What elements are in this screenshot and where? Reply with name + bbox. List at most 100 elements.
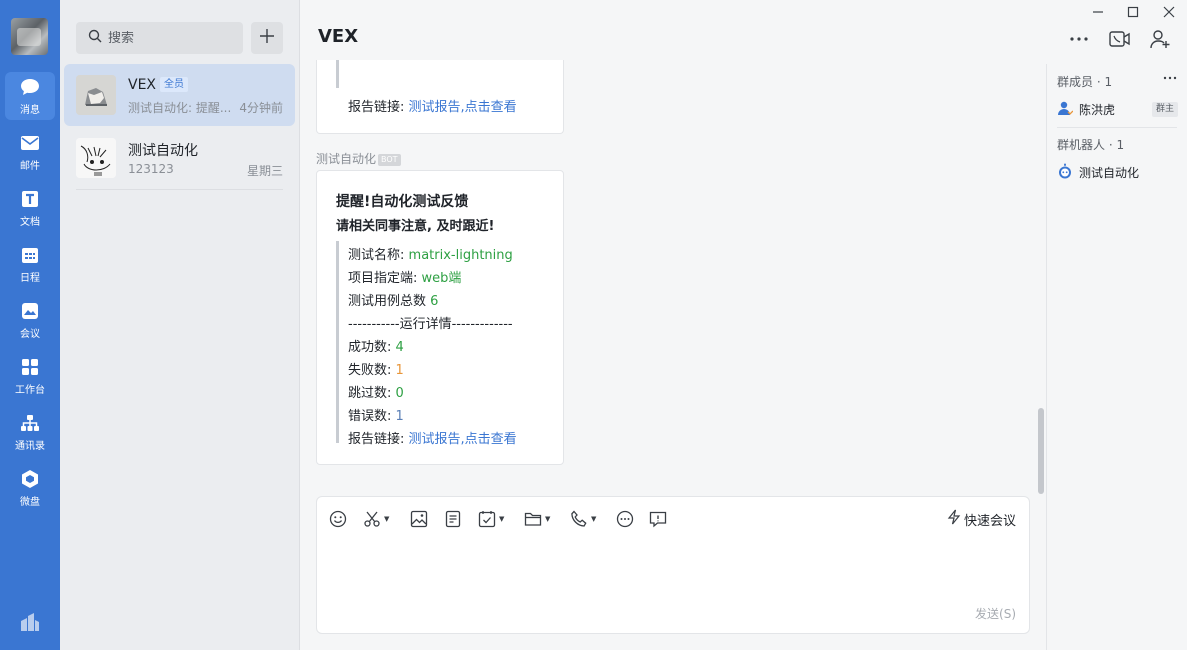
divider <box>1057 127 1177 128</box>
bot-avatar <box>76 138 116 178</box>
calendar-icon <box>19 244 41 266</box>
conversation-name: 测试自动化 <box>128 143 198 159</box>
add-member-icon[interactable] <box>1149 28 1171 50</box>
user-avatar[interactable] <box>11 18 48 55</box>
divider <box>76 189 283 190</box>
conversation-list-panel: VEX全员 测试自动化: 提醒... 4分钟前 测试自动化 123123 星期三 <box>60 0 300 650</box>
workbench-icon <box>19 356 41 378</box>
nav-item-workbench[interactable]: 工作台 <box>5 352 55 400</box>
nav-item-meeting[interactable]: 会议 <box>5 296 55 344</box>
error-line: 错误数: 1 <box>348 409 404 424</box>
conversation-preview: 测试自动化: 提醒... <box>128 101 232 115</box>
video-call-icon[interactable] <box>1109 28 1131 50</box>
plus-icon <box>259 28 275 48</box>
conversation-item[interactable]: VEX 全员 测试自动化: 提醒... 4分钟前 <box>64 64 295 126</box>
member-item[interactable]: 陈洪虎 群主 <box>1057 100 1178 119</box>
quote-bar <box>336 241 339 443</box>
phone-icon[interactable]: ▼ <box>570 508 596 530</box>
search-input[interactable] <box>108 30 228 46</box>
nav-label: 工作台 <box>15 385 45 396</box>
message-input[interactable] <box>329 539 1019 597</box>
members-more-icon[interactable] <box>1163 70 1177 85</box>
test-name-line: 测试名称: matrix-lightning <box>348 248 513 263</box>
skip-line: 跳过数: 0 <box>348 386 404 401</box>
nav-item-messages[interactable]: 消息 <box>5 72 55 120</box>
alert-subheading: 请相关同事注意, 及时跟近! <box>336 219 495 234</box>
group-info-panel: 群成员 · 1 陈洪虎 群主 群机器人 · 1 测试自动化 <box>1046 64 1187 650</box>
nav-label: 消息 <box>20 105 40 116</box>
document-icon <box>19 188 41 210</box>
send-button[interactable]: 发送(S) <box>975 605 1016 622</box>
nav-label: 日程 <box>20 273 40 284</box>
nav-item-docs[interactable]: 文档 <box>5 184 55 232</box>
report-link[interactable]: 测试报告,点击查看 <box>409 432 517 447</box>
message-card: 提醒!自动化测试反馈 请相关同事注意, 及时跟近! 测试名称: matrix-l… <box>316 170 564 465</box>
conversation-time: 星期三 <box>246 164 283 178</box>
report-link-line: 报告链接: 测试报告,点击查看 <box>348 432 517 447</box>
separator-line: -----------运行详情------------- <box>348 317 513 332</box>
add-button[interactable] <box>251 22 283 54</box>
conversation-item[interactable]: 测试自动化 123123 星期三 <box>64 127 295 190</box>
quote-bar <box>336 60 339 88</box>
more-apps-icon[interactable] <box>19 612 41 632</box>
image-icon[interactable] <box>410 508 428 530</box>
report-link-line: 报告链接: 测试报告,点击查看 <box>348 100 517 115</box>
folder-icon[interactable]: ▼ <box>524 508 550 530</box>
chevron-down-icon[interactable]: ▼ <box>384 515 389 523</box>
chat-record-icon[interactable] <box>649 508 667 530</box>
nav-rail: 消息 邮件 文档 日程 会议 工作台 通讯录 微盘 <box>0 0 60 650</box>
quick-meeting-button[interactable]: 快速会议 <box>947 509 1016 529</box>
screenshot-icon[interactable]: ▼ <box>363 508 389 530</box>
chat-panel: VEX 报告链接: 测试报告,点击查看 测试自动化 BOT 提醒!自动化测试反馈 … <box>300 0 1170 650</box>
bot-name: 测试自动化 <box>1079 166 1140 180</box>
platform-line: 项目指定端: web端 <box>348 271 462 286</box>
all-members-tag: 全员 <box>160 77 189 92</box>
success-line: 成功数: 4 <box>348 340 404 355</box>
maximize-icon[interactable] <box>1125 4 1141 20</box>
total-line: 测试用例总数 6 <box>348 294 439 309</box>
quick-meeting-label: 快速会议 <box>963 513 1016 529</box>
owner-tag: 群主 <box>1151 102 1178 117</box>
search-box[interactable] <box>76 22 243 54</box>
sender-name: 测试自动化 BOT <box>316 150 401 167</box>
minimize-icon[interactable] <box>1090 4 1106 20</box>
more-icon[interactable] <box>1068 28 1090 50</box>
nav-item-mail[interactable]: 邮件 <box>5 128 55 176</box>
meeting-icon <box>19 300 41 322</box>
close-icon[interactable] <box>1161 4 1177 20</box>
lightning-icon <box>947 509 961 529</box>
document-icon[interactable] <box>444 508 462 530</box>
chat-scrollbar[interactable] <box>1038 408 1044 494</box>
nav-label: 文档 <box>20 217 40 228</box>
nav-item-contacts[interactable]: 通讯录 <box>5 408 55 456</box>
nav-label: 微盘 <box>20 497 40 508</box>
message-icon <box>19 76 41 98</box>
bots-section-title: 群机器人 · 1 <box>1057 138 1125 152</box>
report-link[interactable]: 测试报告,点击查看 <box>409 100 517 115</box>
drive-icon <box>19 468 41 490</box>
chevron-down-icon[interactable]: ▼ <box>545 515 550 523</box>
emoji-icon[interactable] <box>329 508 347 530</box>
more-options-icon[interactable] <box>616 508 634 530</box>
nav-label: 邮件 <box>20 161 40 172</box>
member-avatar-icon <box>1057 100 1074 119</box>
search-icon <box>88 29 102 47</box>
nav-item-drive[interactable]: 微盘 <box>5 464 55 512</box>
nav-label: 会议 <box>20 329 40 340</box>
alert-heading: 提醒!自动化测试反馈 <box>336 194 469 210</box>
todo-icon[interactable]: ▼ <box>478 508 504 530</box>
conversation-name: VEX 全员 <box>128 77 189 93</box>
conversation-preview: 123123 <box>128 162 174 176</box>
members-section-title: 群成员 · 1 <box>1057 75 1113 89</box>
nav-item-calendar[interactable]: 日程 <box>5 240 55 288</box>
message-card: 报告链接: 测试报告,点击查看 <box>316 60 564 134</box>
bot-badge: BOT <box>378 154 401 166</box>
fail-line: 失败数: 1 <box>348 363 404 378</box>
nav-label: 通讯录 <box>15 441 45 452</box>
chevron-down-icon[interactable]: ▼ <box>591 515 596 523</box>
group-avatar <box>76 75 116 115</box>
bot-item[interactable]: 测试自动化 <box>1057 163 1139 182</box>
member-name: 陈洪虎 <box>1079 103 1116 117</box>
robot-icon <box>1057 163 1073 182</box>
chevron-down-icon[interactable]: ▼ <box>499 515 504 523</box>
